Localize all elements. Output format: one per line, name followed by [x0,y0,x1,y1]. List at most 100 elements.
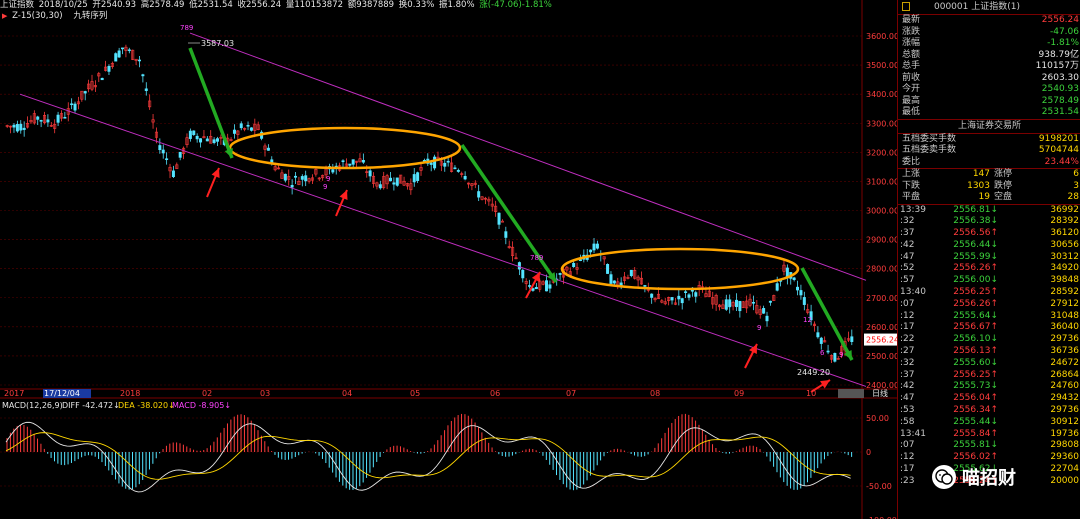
tick-row: :47 2556.04↑ 29432 [898,393,1080,405]
tick-row: :22 2556.10↓ 29736 [898,334,1080,346]
y-axis: 3600.00 3500.00 3400.00 3300.00 3200.00 3100.… [864,32,897,390]
candle-body [734,299,738,308]
candle-body [531,288,535,291]
candle-body [19,123,23,131]
tick-volume: 36040 [1050,322,1079,333]
candle-body [521,269,525,279]
tick-price: 2556.26↑ [953,298,998,309]
tick-volume: 29432 [1050,393,1079,404]
candle-body [304,175,308,182]
y-tick-label: 3200.00 [866,148,897,157]
tick-row: :27 2556.13↑ 36736 [898,346,1080,358]
candle-body [70,103,74,106]
tick-time: :12 [900,310,915,321]
quote-high: 高2578.49 [140,0,185,10]
tick-price: 2556.34↑ [953,405,998,416]
tick-price: 2555.64↓ [953,310,998,321]
candle-body [378,184,382,189]
x-tick-label: 06 [490,389,500,398]
candle-body [517,262,521,270]
tick-row: :58 2555.44↓ 30912 [898,417,1080,429]
candle-body [765,315,769,322]
candle-body [629,269,633,277]
quote-label: 前收 [902,72,921,83]
macd-tick: 50.00 [866,414,889,423]
candle-body [395,177,399,186]
candle-body [232,129,236,134]
candle-body [348,163,352,166]
quote-label: 最低 [902,107,921,117]
adv-label: 平盘 [902,192,921,202]
quote-label: 最新 [902,15,921,25]
period-label: 日线 [872,388,888,398]
quote-change: 涨(-47.06)-1.81% [479,0,552,10]
candle-body [178,151,182,158]
candle-body [192,130,196,135]
order-label: 五档委买手数 [902,133,957,144]
index-name: 上证指数 [0,0,35,10]
quote-open: 开2540.93 [92,0,137,10]
candle-body [246,124,250,127]
quote-value: 938.79亿 [1038,49,1080,60]
candle-body [368,170,372,177]
tick-time: :07 [900,440,915,451]
indicator-name[interactable]: Z-15(30,30) [12,11,63,21]
quote-value: 110157万 [1035,61,1079,71]
tick-price: 2555.73↓ [953,381,998,392]
candle-body [249,127,253,131]
adv-label: 上涨 [902,169,921,179]
quote-date: 2018/10/25 [38,0,88,10]
indicator-series[interactable]: 九转序列 [73,11,107,21]
wechat-icon [932,465,956,489]
tick-volume: 36736 [1050,346,1079,357]
exchange-title: 上海证券交易所 [898,118,1080,134]
candle-body [412,174,416,183]
candle-body [195,135,199,140]
candle-body [799,290,803,296]
candle-body [738,300,742,312]
tick-time: :58 [900,416,915,427]
order-row: 五档委买手数 9198201 [898,134,1080,146]
candle-body [670,297,674,301]
x-tick-label: 03 [260,389,270,398]
candle-body [500,220,504,223]
tick-price: 2555.84↑ [953,428,998,439]
quote-label: 总额 [902,49,921,60]
x-tick-label: 17/12/04 [44,389,80,398]
lock-icon[interactable] [902,2,910,11]
quote-label: 最高 [902,95,921,106]
advance-row: 下跌 1303 跌停 3 [898,181,1080,193]
quote-row: 今开 2540.93 [898,84,1080,96]
candle-body [46,119,50,123]
quote-amount: 额9387889 [347,0,395,10]
tick-time: :57 [900,275,915,286]
panel-title[interactable]: 000001 上证指数(1) [898,0,1080,15]
macd-label: DIFF -42.472↓ [62,401,120,410]
candle-body [680,298,684,304]
candle-body [63,116,67,119]
low-label: 2449.20 [797,368,830,377]
y-tick-label: 2700.00 [866,294,897,303]
quote-turnover: 换0.33% [398,0,435,10]
y-tick-label: 2500.00 [866,352,897,361]
td-label: 789 [180,24,193,32]
tick-price: 2556.38↓ [953,216,998,227]
tick-row: :52 2556.26↑ 34920 [898,263,1080,275]
tick-volume: 39848 [1050,275,1079,286]
panel-title-text: 000001 上证指数(1) [934,2,1020,12]
candle-body [504,231,508,238]
candle-body [331,169,335,173]
tick-time: :32 [900,216,915,227]
tick-list[interactable]: 13:39 2556.81↓ 36992:32 2556.38↓ 28392:37 255… [898,205,1080,488]
x-tick-label: 07 [566,389,576,398]
tick-volume: 30656 [1050,239,1079,250]
candle-body [212,139,216,143]
candle-body [107,66,111,72]
quote-row: 涨跌 -47.06 [898,27,1080,39]
adv-count2: 28 [1067,192,1079,202]
quote-low: 低2531.54 [189,0,233,10]
candle-body [300,176,304,180]
price-tag-text: 2556.24 [866,336,897,345]
td-label: 789 [530,254,543,262]
x-tick-label: 05 [410,389,420,398]
